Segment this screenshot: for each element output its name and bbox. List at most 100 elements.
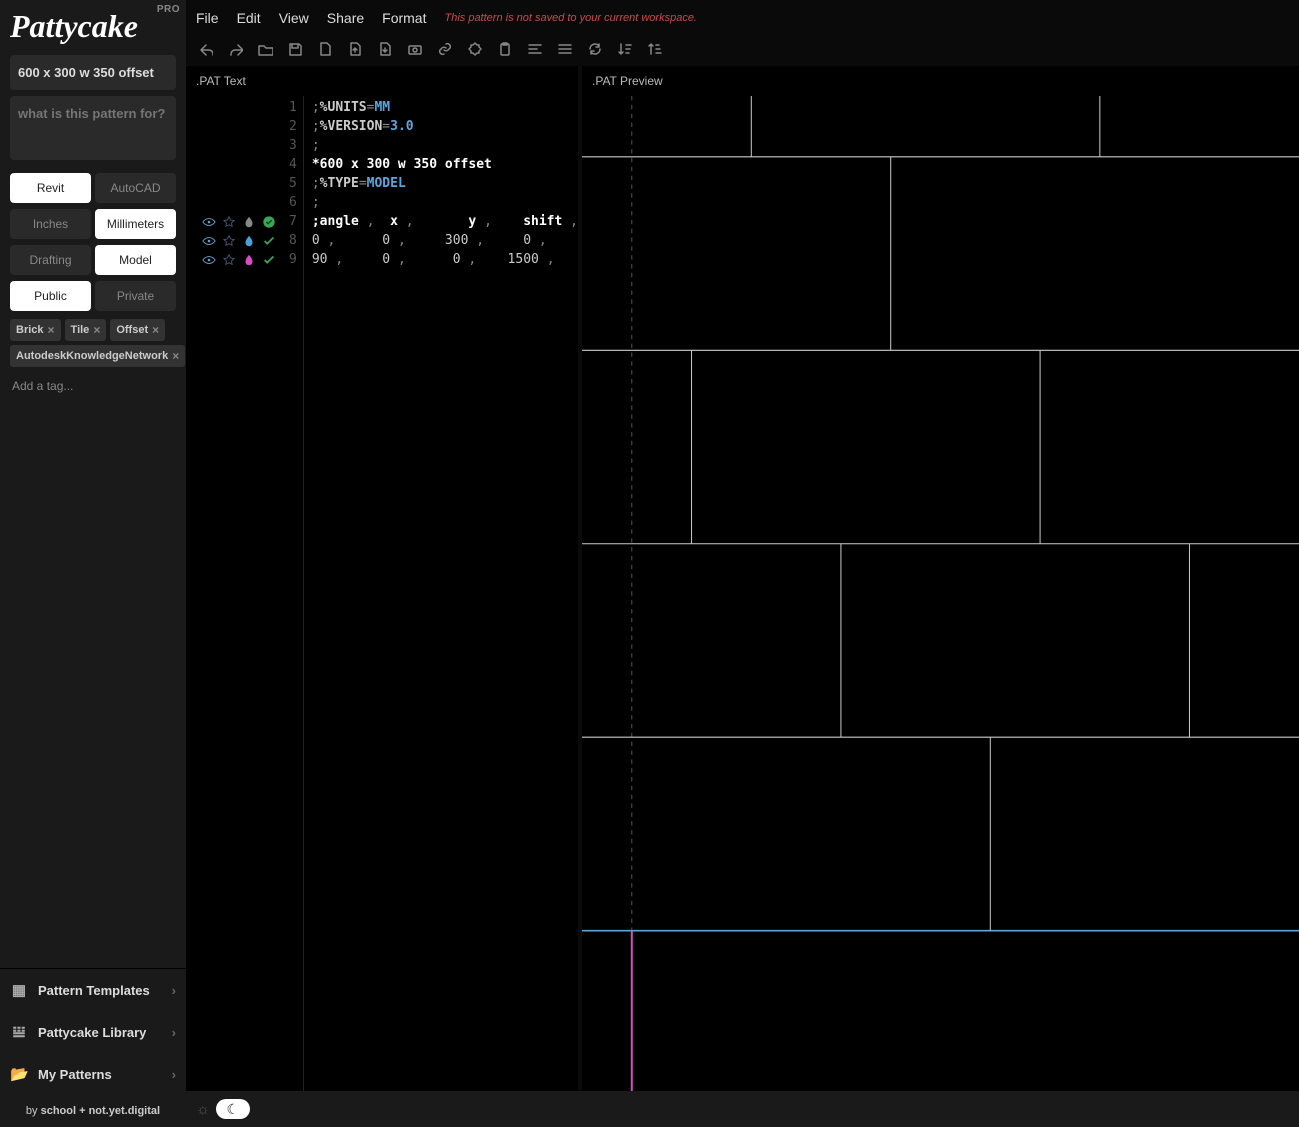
line-number: 6 <box>282 193 297 212</box>
redo-icon[interactable] <box>226 40 244 58</box>
star-icon[interactable] <box>222 234 236 248</box>
gutter-row <box>186 155 282 174</box>
export-icon[interactable] <box>346 40 364 58</box>
check-icon[interactable] <box>262 234 276 248</box>
sort-down-icon[interactable] <box>616 40 634 58</box>
statusbar: ☼ ☾ <box>186 1091 1299 1127</box>
sun-icon: ☼ <box>196 1101 210 1118</box>
align-left-icon[interactable] <box>526 40 544 58</box>
tag-offset[interactable]: Offset× <box>110 319 165 341</box>
code-line[interactable]: ; <box>312 136 578 155</box>
tag-label: Tile <box>71 324 90 336</box>
tag-brick[interactable]: Brick × <box>10 319 61 341</box>
app-root: Pattycake PRO Revit AutoCAD Inches Milli… <box>0 0 1299 1127</box>
line-number: 2 <box>282 117 297 136</box>
toggle-revit[interactable]: Revit <box>10 173 91 203</box>
tag-autodeskknowledgenetwork[interactable]: AutodeskKnowledgeNetwork × <box>10 345 185 367</box>
check-icon[interactable] <box>262 215 276 229</box>
logo-row: Pattycake PRO <box>0 0 186 49</box>
tag-tile[interactable]: Tile× <box>65 319 107 341</box>
code-line[interactable]: ;%VERSION=3.0 <box>312 117 578 136</box>
align-justify-icon[interactable] <box>556 40 574 58</box>
menu-format[interactable]: Format <box>382 10 426 26</box>
drop-icon[interactable] <box>242 234 256 248</box>
code-body[interactable]: ;%UNITS=MM;%VERSION=3.0;*600 x 300 w 350… <box>304 96 578 1091</box>
drop-icon[interactable] <box>242 215 256 229</box>
pat-preview-header: .PAT Preview <box>582 66 1299 96</box>
tag-remove-icon[interactable]: × <box>172 349 179 363</box>
eye-icon[interactable] <box>202 253 216 267</box>
line-number: 5 <box>282 174 297 193</box>
code-line[interactable]: ;%UNITS=MM <box>312 98 578 117</box>
import-icon[interactable] <box>376 40 394 58</box>
tag-remove-icon[interactable]: × <box>48 323 55 337</box>
star-icon[interactable] <box>222 253 236 267</box>
line-number: 4 <box>282 155 297 174</box>
pattern-description-input[interactable] <box>10 96 176 160</box>
panels: .PAT Text 123456789 ;%UNITS=MM;%VERSION=… <box>186 66 1299 1091</box>
clipboard-icon[interactable] <box>496 40 514 58</box>
preview-canvas[interactable] <box>582 96 1299 1091</box>
code-line[interactable]: ;%TYPE=MODEL <box>312 174 578 193</box>
code-line[interactable]: 0 , 0 , 300 , 0 , <box>312 231 578 250</box>
moon-icon: ☾ <box>216 1099 250 1119</box>
toggle-millimeters[interactable]: Millimeters <box>95 209 176 239</box>
line-numbers: 123456789 <box>282 96 304 1091</box>
menu-file[interactable]: File <box>196 10 219 26</box>
code-line[interactable]: ;angle , x , y , shift , <box>312 212 578 231</box>
add-tag-input[interactable]: Add a tag... <box>10 375 176 397</box>
tag-remove-icon[interactable]: × <box>93 323 100 337</box>
code-line[interactable]: 90 , 0 , 0 , 1500 , <box>312 250 578 269</box>
unsaved-warning: This pattern is not saved to your curren… <box>444 12 697 24</box>
menu-share[interactable]: Share <box>327 10 364 26</box>
badge-icon[interactable] <box>466 40 484 58</box>
tag-label: AutodeskKnowledgeNetwork <box>16 350 168 362</box>
nav-label: Pattern Templates <box>38 983 150 998</box>
theme-toggle[interactable]: ☼ ☾ <box>196 1099 250 1119</box>
pat-preview-panel: .PAT Preview <box>582 66 1299 1091</box>
code-editor[interactable]: 123456789 ;%UNITS=MM;%VERSION=3.0;*600 x… <box>186 96 578 1091</box>
line-number: 7 <box>282 212 297 231</box>
gutter-row <box>186 136 282 155</box>
camera-icon[interactable] <box>406 40 424 58</box>
code-line[interactable]: *600 x 300 w 350 offset <box>312 155 578 174</box>
drop-icon[interactable] <box>242 253 256 267</box>
open-icon[interactable] <box>256 40 274 58</box>
toggle-model[interactable]: Model <box>95 245 176 275</box>
eye-icon[interactable] <box>202 234 216 248</box>
tag-label: Brick <box>16 324 44 336</box>
code-line[interactable]: ; <box>312 193 578 212</box>
eye-icon[interactable] <box>202 215 216 229</box>
toggle-drafting[interactable]: Drafting <box>10 245 91 275</box>
line-number: 1 <box>282 98 297 117</box>
line-number: 3 <box>282 136 297 155</box>
pat-text-header: .PAT Text <box>186 66 578 96</box>
toggle-autocad[interactable]: AutoCAD <box>95 173 176 203</box>
gutter-row <box>186 98 282 117</box>
menu-view[interactable]: View <box>279 10 309 26</box>
gutter-row <box>186 231 282 250</box>
folder-icon: 📂 <box>10 1065 28 1083</box>
nav-my-patterns[interactable]: 📂My Patterns› <box>0 1053 186 1095</box>
nav-pattern-templates[interactable]: ▦Pattern Templates› <box>0 969 186 1011</box>
toggle-public[interactable]: Public <box>10 281 91 311</box>
star-icon[interactable] <box>222 215 236 229</box>
toggle-private[interactable]: Private <box>95 281 176 311</box>
tag-remove-icon[interactable]: × <box>152 323 159 337</box>
nav-label: Pattycake Library <box>38 1025 146 1040</box>
link-icon[interactable] <box>436 40 454 58</box>
pattern-title-input[interactable] <box>10 55 176 90</box>
sidebar-main: Revit AutoCAD Inches Millimeters Draftin… <box>0 49 186 968</box>
toggle-inches[interactable]: Inches <box>10 209 91 239</box>
gutter-row <box>186 117 282 136</box>
save-icon[interactable] <box>286 40 304 58</box>
nav-pattycake-library[interactable]: 𝍎Pattycake Library› <box>0 1011 186 1053</box>
new-file-icon[interactable] <box>316 40 334 58</box>
undo-icon[interactable] <box>196 40 214 58</box>
check-icon[interactable] <box>262 253 276 267</box>
sort-up-icon[interactable] <box>646 40 664 58</box>
refresh-icon[interactable] <box>586 40 604 58</box>
main: File Edit View Share Format This pattern is n… <box>186 0 1299 1127</box>
gutter-row <box>186 174 282 193</box>
menu-edit[interactable]: Edit <box>237 10 261 26</box>
